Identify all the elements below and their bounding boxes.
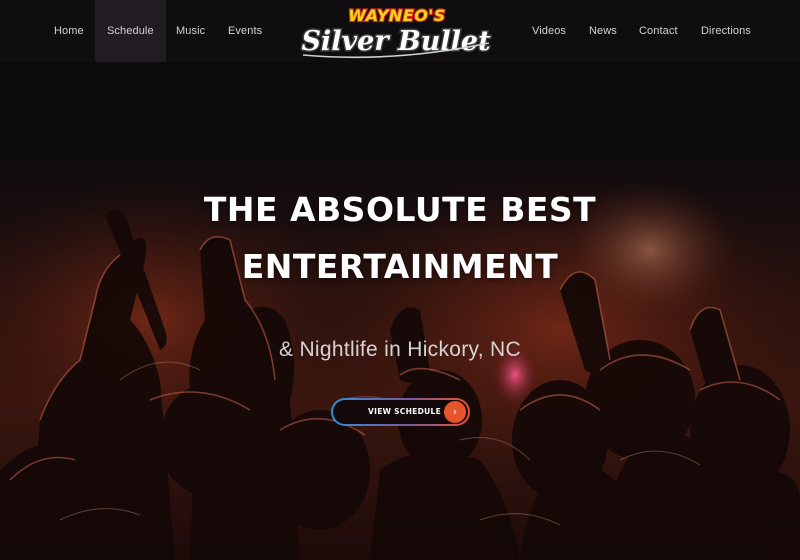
logo-text-script: Silver Bullet: [301, 26, 491, 57]
nav-events[interactable]: Events: [228, 0, 262, 62]
nav-directions[interactable]: Directions: [701, 0, 751, 62]
nav-home[interactable]: Home: [54, 0, 84, 62]
hero-headline-line2: ENTERTAINMENT: [241, 247, 559, 286]
nav-music[interactable]: Music: [176, 0, 205, 62]
logo-artwork: WAYNEO'S Silver Bullet: [300, 5, 493, 59]
nav-videos[interactable]: Videos: [532, 0, 566, 62]
view-schedule-label: VIEW SCHEDULE: [368, 407, 442, 416]
site-logo[interactable]: WAYNEO'S Silver Bullet: [293, 3, 499, 61]
main-navbar: Home Schedule Music Events WAYNEO'S Silv…: [0, 0, 800, 62]
hero-subheadline: & Nightlife in Hickory, NC: [279, 338, 521, 361]
nav-schedule[interactable]: Schedule: [95, 0, 166, 62]
nav-news[interactable]: News: [589, 0, 617, 62]
chevron-right-icon: ›: [444, 401, 466, 423]
hero-headline-line1: THE ABSOLUTE BEST: [203, 190, 597, 229]
nav-contact[interactable]: Contact: [639, 0, 678, 62]
view-schedule-button[interactable]: VIEW SCHEDULE ›: [331, 398, 470, 426]
logo-text-top: WAYNEO'S: [348, 6, 446, 25]
